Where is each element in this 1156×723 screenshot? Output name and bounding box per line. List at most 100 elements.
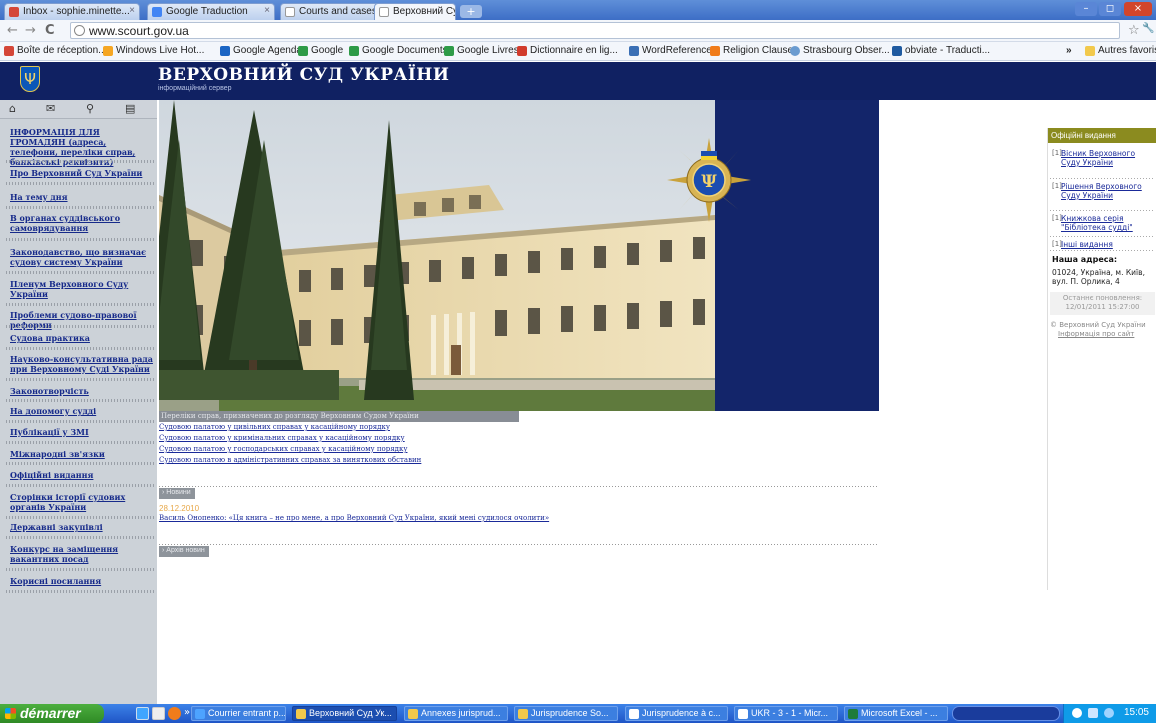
site-info-link[interactable]: Інформація про сайт — [1050, 330, 1156, 339]
taskbar-item[interactable]: UKR - 3 - 1 - Micr... — [734, 706, 838, 721]
nav-official-publications[interactable]: Офіційні видання — [10, 470, 153, 480]
taskbar-item[interactable]: Annexes jurisprud... — [404, 706, 508, 721]
start-button[interactable]: démarrer — [0, 704, 104, 723]
news-archive-button[interactable]: › Архів новин — [159, 546, 209, 557]
media-player-controls[interactable] — [952, 706, 1060, 721]
tab-close-icon[interactable]: × — [264, 5, 270, 16]
maximize-button[interactable]: ◻ — [1099, 2, 1121, 16]
court-building-photo — [159, 100, 715, 411]
publication-link[interactable]: [1] Рішення Верховного Суду України — [1052, 182, 1156, 200]
new-tab-button[interactable]: + — [460, 5, 482, 18]
gmail-icon — [4, 46, 14, 56]
taskbar-item[interactable]: Jurisprudence So... — [514, 706, 618, 721]
tab-inbox[interactable]: Inbox - sophie.minette... × — [4, 3, 140, 20]
nav-about-court[interactable]: Про Верховний Суд України — [10, 168, 153, 178]
publication-link[interactable]: [1] Інші видання — [1052, 240, 1156, 249]
close-window-button[interactable]: × — [1124, 2, 1152, 16]
address-bar[interactable]: www.scourt.gov.ua — [70, 22, 1120, 39]
publication-link[interactable]: [1] Книжкова серія "Бібліотека судді" — [1052, 214, 1156, 232]
tab-close-icon[interactable]: × — [129, 5, 135, 16]
tab-google-traduction[interactable]: Google Traduction × — [147, 3, 275, 20]
left-navigation: ⌂ ✉ ⚲ ▤ ІНФОРМАЦІЯ ДЛЯ ГРОМАДЯН (адреса,… — [0, 100, 157, 704]
folder-icon — [408, 709, 418, 719]
bookmark-item[interactable]: Dictionnaire en lig... — [517, 45, 618, 56]
sitemap-icon[interactable]: ▤ — [125, 102, 135, 115]
forward-button[interactable]: → — [25, 23, 36, 38]
nav-media-publications[interactable]: Публікації у ЗМІ — [10, 427, 153, 437]
nav-legislation[interactable]: Законодавство, що визначає судову систем… — [10, 247, 153, 267]
nav-separator — [6, 238, 155, 241]
nav-international[interactable]: Міжнародні зв'язки — [10, 449, 153, 459]
publication-separator — [1050, 250, 1155, 251]
bookmark-star-icon[interactable]: ☆ — [1128, 23, 1140, 38]
nav-separator — [6, 462, 155, 465]
taskbar-item[interactable]: Courrier entrant p... — [191, 706, 286, 721]
case-link-criminal[interactable]: Судовою палатою у кримінальних справах у… — [159, 434, 405, 442]
bookmark-item[interactable]: Religion Clause — [710, 45, 793, 56]
chrome-icon — [296, 709, 306, 719]
bookmark-item[interactable]: Google — [298, 45, 343, 56]
news-divider — [159, 486, 879, 487]
other-bookmarks-button[interactable]: Autres favoris — [1085, 45, 1156, 56]
volume-icon[interactable] — [1088, 708, 1098, 718]
taskbar-item-active[interactable]: Верховний Суд Ук... — [292, 706, 397, 721]
nav-self-government[interactable]: В органах суддівського самоврядування — [10, 213, 153, 233]
nav-separator — [6, 347, 155, 350]
firefox-icon[interactable] — [168, 707, 181, 720]
site-header: Ψ ВЕРХОВНИЙ СУД УКРАЇНИ інформаційний се… — [0, 62, 1156, 100]
nav-advisory-council[interactable]: Науково-консультативна рада при Верховно… — [10, 354, 153, 374]
publication-marker: [1] — [1052, 214, 1062, 222]
nav-judicial-practice[interactable]: Судова практика — [10, 333, 153, 343]
task-label: Jurisprudence So... — [531, 708, 609, 718]
bookmarks-overflow-button[interactable]: » — [1066, 45, 1072, 56]
security-icon[interactable] — [1104, 708, 1114, 718]
bookmark-item[interactable]: obviate - Traducti... — [892, 45, 990, 56]
desktop-icon[interactable] — [152, 707, 165, 720]
bookmark-item[interactable]: Google Livres — [444, 45, 519, 56]
last-updated: Останнє поновлення: 12/01/2011 15:27:00 — [1050, 292, 1155, 315]
reload-button[interactable]: C — [45, 23, 55, 38]
nav-judge-assistance[interactable]: На допомогу судді — [10, 406, 153, 416]
bookmark-item[interactable]: Google Agenda — [220, 45, 302, 56]
case-link-administrative[interactable]: Судовою палатою в адміністративних справ… — [159, 456, 421, 464]
ie-icon[interactable] — [136, 707, 149, 720]
case-link-civil[interactable]: Судовою палатою у цивільних справах у ка… — [159, 423, 390, 431]
network-icon[interactable] — [1072, 708, 1082, 718]
wrench-icon[interactable]: 🔧 — [1142, 23, 1154, 34]
nav-separator — [6, 160, 155, 163]
nav-history[interactable]: Сторінки історії судових органів України — [10, 492, 153, 512]
tab-supreme-court[interactable]: Верховний Суд України — [374, 3, 456, 20]
start-label: démarrer — [20, 705, 81, 721]
nav-procurement[interactable]: Державні закупівлі — [10, 522, 153, 532]
minimize-button[interactable]: – — [1075, 2, 1097, 16]
bookmark-item[interactable]: Google Documents — [349, 45, 448, 56]
taskbar-item[interactable]: Jurisprudence à c... — [625, 706, 728, 721]
news-headline-link[interactable]: Василь Онопенко: «Ця книга – не про мене… — [159, 514, 549, 522]
taskbar-item[interactable]: Microsoft Excel - ... — [844, 706, 948, 721]
nav-vacancies[interactable]: Конкурс на заміщення вакантних посад — [10, 544, 153, 564]
bookmark-item[interactable]: Windows Live Hot... — [103, 45, 204, 56]
nav-separator — [6, 271, 155, 274]
archive-divider — [159, 544, 879, 545]
nav-separator — [6, 399, 155, 402]
back-button[interactable]: ← — [7, 23, 18, 38]
trident-emblem-icon[interactable]: Ψ — [20, 66, 40, 92]
nav-lawmaking[interactable]: Законотворчість — [10, 386, 153, 396]
case-link-commercial[interactable]: Судовою палатою у господарських справах … — [159, 445, 407, 453]
bookmark-item[interactable]: Strasbourg Obser... — [790, 45, 890, 56]
bookmark-label: obviate - Traducti... — [905, 45, 991, 56]
publication-link[interactable]: [1] Вісник Верховного Суду України — [1052, 149, 1156, 167]
nav-topic-of-day[interactable]: На тему дня — [10, 192, 153, 202]
nav-plenum[interactable]: Пленум Верховного Суду України — [10, 279, 153, 299]
home-icon[interactable]: ⌂ — [9, 102, 16, 115]
translate-icon — [892, 46, 902, 56]
nav-separator — [6, 484, 155, 487]
mail-icon[interactable]: ✉ — [46, 102, 55, 115]
bookmark-item[interactable]: Boîte de réception... — [4, 45, 107, 56]
bookmark-label: Autres favoris — [1098, 45, 1156, 56]
search-icon[interactable]: ⚲ — [86, 102, 94, 115]
nav-separator — [6, 206, 155, 209]
nav-useful-links[interactable]: Корисні посилання — [10, 576, 153, 586]
bookmark-item[interactable]: WordReference — [629, 45, 712, 56]
right-sidebar: Офіційні видання [1] Вісник Верховного С… — [1047, 128, 1156, 590]
